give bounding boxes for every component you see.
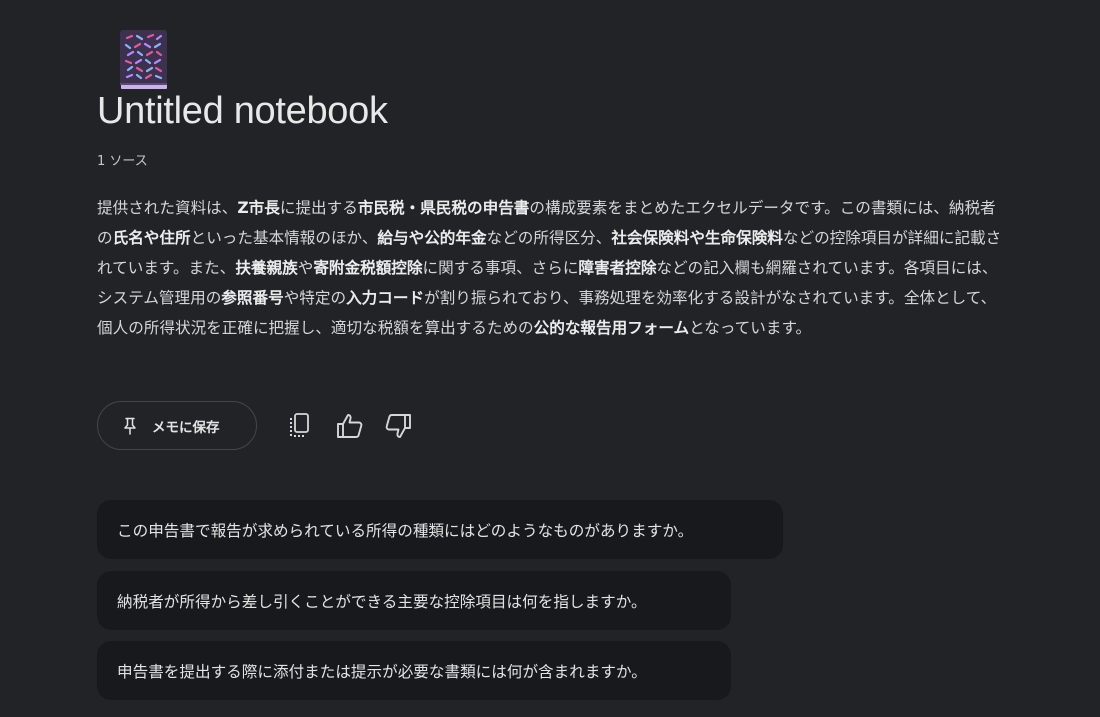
summary-keyword: Z市長	[237, 199, 280, 217]
thumbs-down-button[interactable]	[383, 411, 413, 441]
save-to-note-label: メモに保存	[152, 419, 220, 436]
pin-icon	[124, 417, 136, 435]
summary-keyword: 公的な報告用フォーム	[533, 319, 690, 337]
summary-keyword: 給与や公的年金	[377, 229, 487, 247]
suggested-question-chip[interactable]: 申告書を提出する際に添付または提示が必要な書類には何が含まれますか。	[97, 641, 731, 700]
summary-text: 提供された資料は、	[97, 199, 238, 217]
summary-keyword: 氏名や住所	[112, 229, 191, 247]
summary-keyword: 扶養親族	[235, 259, 298, 277]
thumbs-up-icon	[337, 413, 363, 438]
summary-keyword: 入力コード	[346, 289, 425, 307]
summary-text: に関する事項、さらに	[422, 259, 579, 277]
notebook-cover-icon	[119, 30, 169, 90]
response-actions: メモに保存	[97, 401, 413, 450]
summary-keyword: 寄附金税額控除	[313, 259, 423, 277]
copy-icon	[290, 412, 309, 437]
save-to-note-button[interactable]: メモに保存	[97, 401, 257, 450]
copy-button[interactable]	[285, 411, 315, 441]
notebook-title[interactable]: Untitled notebook	[97, 84, 388, 138]
summary-text: や	[297, 259, 314, 277]
notebook-summary: 提供された資料は、Z市長に提出する市民税・県民税の申告書の構成要素をまとめたエク…	[97, 193, 1002, 343]
summary-keyword: 社会保険料や生命保険料	[611, 229, 783, 247]
summary-keyword: 障害者控除	[578, 259, 657, 277]
summary-text: といった基本情報のほか、	[190, 229, 378, 247]
summary-text: などの所得区分、	[486, 229, 612, 247]
source-count: 1 ソース	[97, 154, 148, 169]
thumbs-down-icon	[385, 413, 411, 438]
suggested-question-chip[interactable]: 納税者が所得から差し引くことができる主要な控除項目は何を指しますか。	[97, 571, 731, 630]
suggested-question-chip[interactable]: この申告書で報告が求められている所得の種類にはどのようなものがありますか。	[97, 500, 783, 559]
summary-keyword: 市民税・県民税の申告書	[357, 199, 530, 217]
summary-text: や特定の	[283, 289, 347, 307]
summary-keyword: 参照番号	[221, 289, 284, 307]
summary-text: となっています。	[689, 319, 812, 337]
thumbs-up-button[interactable]	[335, 411, 365, 441]
summary-text: に提出する	[279, 199, 358, 217]
